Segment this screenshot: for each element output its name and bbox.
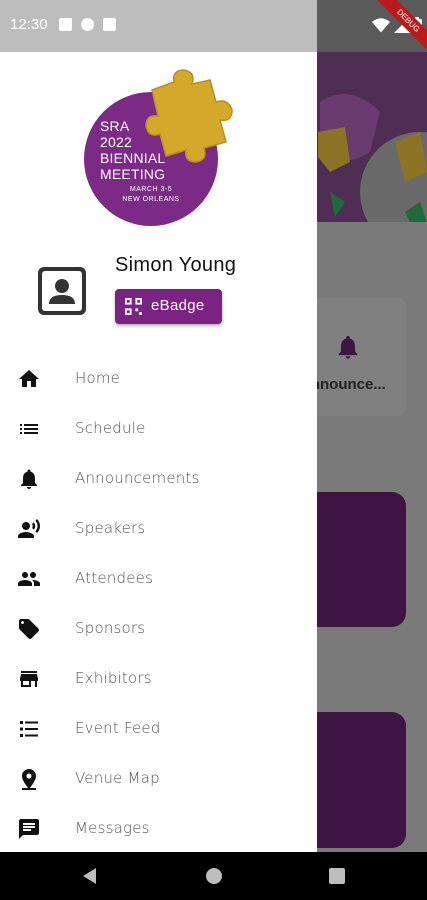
menu-item-sponsors[interactable]: Sponsors [0,604,317,652]
status-bar: 12:30 DEBUG [0,0,427,58]
menu-item-speakers[interactable]: Speakers [0,504,317,552]
menu-item-venue-map[interactable]: Venue Map [0,754,317,802]
logo-dates: MARCH 3-5 [129,186,173,193]
menu-item-messages[interactable]: Messages [0,804,317,852]
home-circle-icon[interactable] [206,868,222,884]
logo-location: NEW ORLEANS [122,196,180,203]
recent-apps-icon[interactable] [329,868,345,884]
logo-line-4: MEETING [100,166,166,182]
status-bar-left [0,0,317,52]
event-logo: SRA 2022 BIENNIAL MEETING MARCH 3-5 NEW … [84,68,233,226]
menu-item-attendees[interactable]: Attendees [0,554,317,602]
feed-list-icon [20,721,38,737]
ebadge-label: eBadge [151,297,205,314]
bell-icon [338,335,358,359]
sim-card-icon [103,18,116,31]
menu-item-event-feed[interactable]: Event Feed [0,704,317,752]
schedule-list-icon [20,424,38,434]
avatar[interactable] [38,267,86,315]
menu-item-label: Home [75,369,121,387]
menu-item-label: Announcements [75,469,200,487]
ebadge-button[interactable]: eBadge [115,289,222,324]
menu-item-label: Venue Map [75,769,160,787]
menu-item-home[interactable]: Home [0,354,317,402]
menu-item-schedule[interactable]: Schedule [0,404,317,452]
wifi-icon [372,18,390,33]
logo-line-2: 2022 [100,134,132,150]
notification-icon [59,18,72,31]
speaker-icon [18,519,40,538]
navigation-drawer: SRA 2022 BIENNIAL MEETING MARCH 3-5 NEW … [0,52,317,852]
logo-line-3: BIENNIAL [100,150,166,166]
store-icon [20,671,38,687]
menu-item-label: Sponsors [75,619,146,637]
menu-item-label: Event Feed [75,719,161,737]
menu-item-announcements[interactable]: Announcements [0,454,317,502]
menu-item-label: Messages [75,819,150,837]
menu-item-exhibitors[interactable]: Exhibitors [0,654,317,702]
back-icon[interactable] [82,868,98,884]
profile-name: Simon Young [115,254,237,276]
qr-code-icon [125,298,142,315]
message-icon [19,819,39,839]
home-icon [19,370,39,387]
status-time: 12:30 [10,16,48,33]
menu-item-label: Exhibitors [75,669,152,687]
logo-line-1: SRA [100,118,130,134]
app-notification-icon [81,18,94,31]
tag-icon [19,619,39,639]
map-pin-icon [22,769,36,790]
bell-icon [21,469,37,489]
people-icon [18,572,40,586]
person-icon [42,271,82,311]
menu-item-label: Schedule [75,419,146,437]
system-nav-bar [0,852,427,900]
menu-item-label: Speakers [75,519,146,537]
menu-item-label: Attendees [75,569,154,587]
